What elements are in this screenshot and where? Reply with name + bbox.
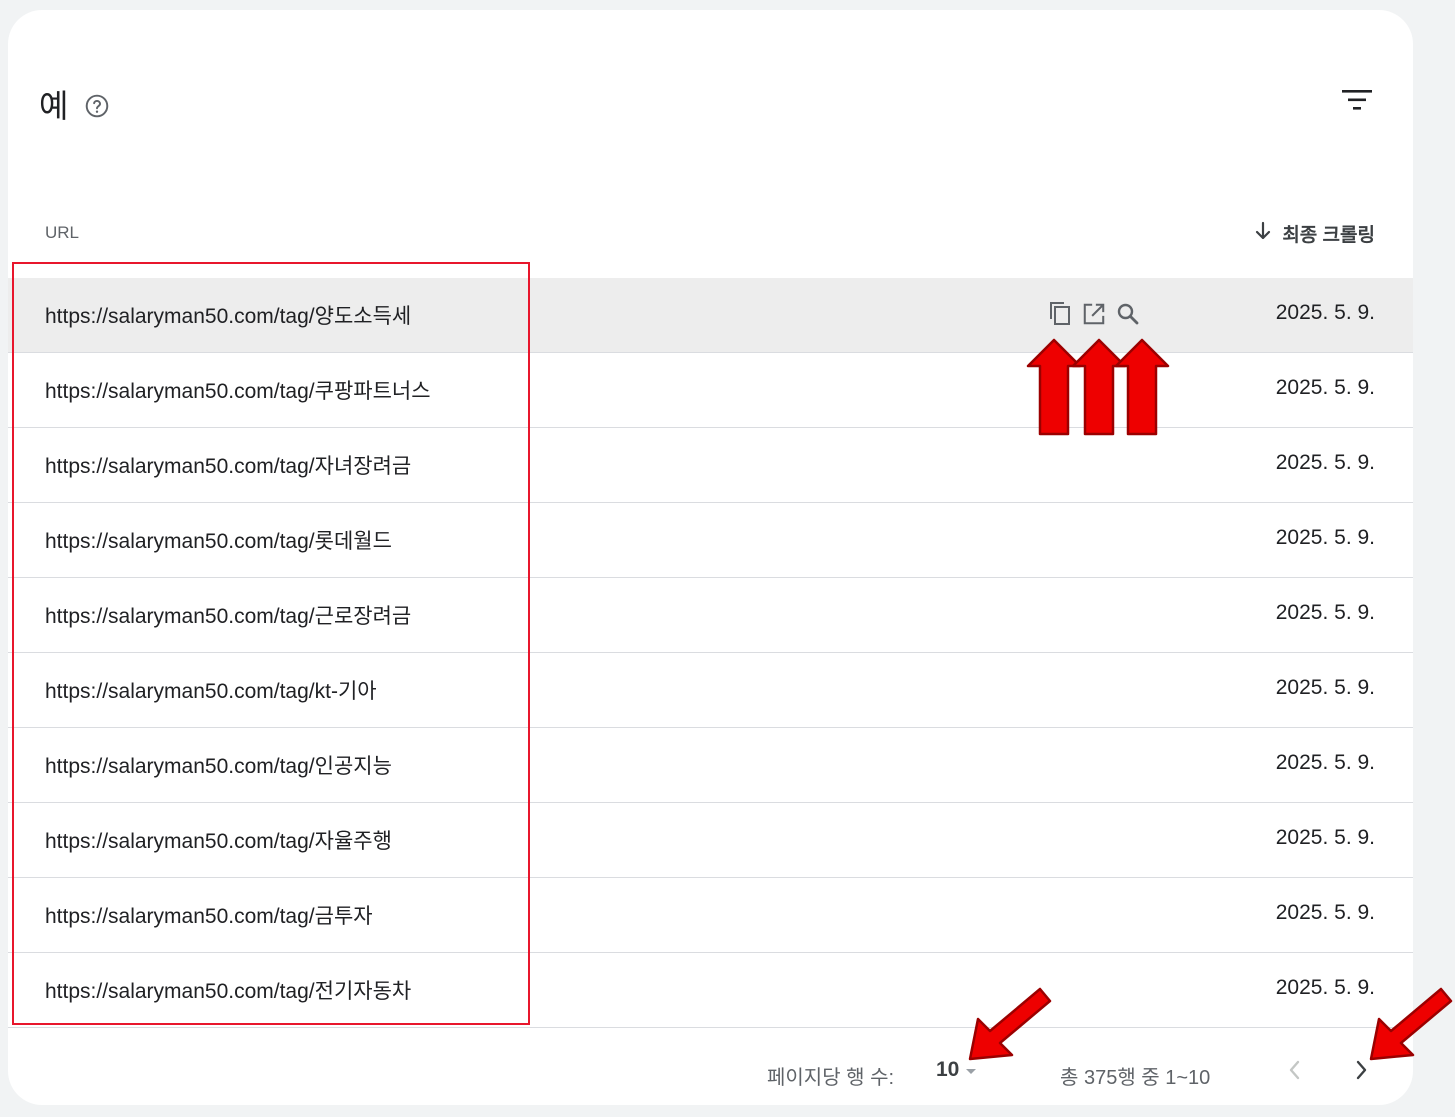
row-last-crawl: 2025. 5. 9. <box>1275 301 1375 324</box>
help-circle-icon[interactable] <box>84 93 110 119</box>
chevron-right-icon <box>1356 1060 1367 1080</box>
row-url: https://salaryman50.com/tag/자녀장려금 <box>45 455 412 478</box>
table-row[interactable]: https://salaryman50.com/tag/자율주행 2025. 5… <box>8 803 1413 878</box>
row-last-crawl: 2025. 5. 9. <box>1275 751 1375 774</box>
table-row[interactable]: https://salaryman50.com/tag/근로장려금 2025. … <box>8 578 1413 653</box>
row-last-crawl: 2025. 5. 9. <box>1275 826 1375 849</box>
table-header: URL 최종 크롤링 <box>8 198 1413 279</box>
row-url: https://salaryman50.com/tag/자율주행 <box>45 830 392 853</box>
rows-per-page-label: 페이지당 행 수: <box>767 1067 895 1089</box>
row-url: https://salaryman50.com/tag/전기자동차 <box>45 980 412 1003</box>
table-row[interactable]: https://salaryman50.com/tag/kt-기아 2025. … <box>8 653 1413 728</box>
table-row[interactable]: https://salaryman50.com/tag/쿠팡파트너스 2025.… <box>8 353 1413 428</box>
open-in-new-icon[interactable] <box>1082 300 1106 328</box>
search-icon[interactable] <box>1116 300 1140 328</box>
row-actions <box>1048 300 1140 328</box>
row-url: https://salaryman50.com/tag/근로장려금 <box>45 605 412 628</box>
column-header-last-crawl[interactable]: 최종 크롤링 <box>1254 220 1375 247</box>
rows-per-page-value: 10 <box>936 1058 960 1081</box>
copy-icon[interactable] <box>1048 300 1072 328</box>
table-row[interactable]: https://salaryman50.com/tag/금투자 2025. 5.… <box>8 878 1413 953</box>
url-list: https://salaryman50.com/tag/양도소득세 2025. … <box>8 278 1413 1028</box>
next-page-button[interactable] <box>1344 1052 1380 1088</box>
column-header-last-crawl-label: 최종 크롤링 <box>1282 225 1375 246</box>
row-last-crawl: 2025. 5. 9. <box>1275 976 1375 999</box>
row-last-crawl: 2025. 5. 9. <box>1275 676 1375 699</box>
table-row[interactable]: https://salaryman50.com/tag/양도소득세 2025. … <box>8 278 1413 353</box>
row-last-crawl: 2025. 5. 9. <box>1275 526 1375 549</box>
column-header-url: URL <box>45 223 80 242</box>
row-url: https://salaryman50.com/tag/롯데월드 <box>45 530 392 553</box>
dropdown-arrow-icon <box>965 1058 977 1082</box>
row-url: https://salaryman50.com/tag/금투자 <box>45 905 373 928</box>
row-last-crawl: 2025. 5. 9. <box>1275 901 1375 924</box>
previous-page-button[interactable] <box>1276 1052 1312 1088</box>
card-title: 예 <box>39 88 69 124</box>
arrow-down-icon <box>1254 221 1272 247</box>
row-last-crawl: 2025. 5. 9. <box>1275 451 1375 474</box>
chevron-left-icon <box>1289 1060 1300 1080</box>
rows-per-page-select[interactable]: 10 <box>936 1058 977 1082</box>
table-row[interactable]: https://salaryman50.com/tag/인공지능 2025. 5… <box>8 728 1413 803</box>
table-row[interactable]: https://salaryman50.com/tag/자녀장려금 2025. … <box>8 428 1413 503</box>
examples-card: 예 URL 최종 크롤링 https://salaryman50.com/tag… <box>8 10 1413 1105</box>
row-url: https://salaryman50.com/tag/양도소득세 <box>45 305 412 328</box>
pagination-footer: 페이지당 행 수: 10 총 375행 중 1~10 <box>8 1030 1413 1105</box>
table-row[interactable]: https://salaryman50.com/tag/전기자동차 2025. … <box>8 953 1413 1028</box>
row-last-crawl: 2025. 5. 9. <box>1275 601 1375 624</box>
row-last-crawl: 2025. 5. 9. <box>1275 376 1375 399</box>
filter-icon[interactable] <box>1337 80 1377 120</box>
row-url: https://salaryman50.com/tag/인공지능 <box>45 755 392 778</box>
row-url: https://salaryman50.com/tag/kt-기아 <box>45 680 377 703</box>
pagination-range: 총 375행 중 1~10 <box>1060 1067 1211 1089</box>
row-url: https://salaryman50.com/tag/쿠팡파트너스 <box>45 380 431 403</box>
card-header: 예 <box>39 88 110 124</box>
table-row[interactable]: https://salaryman50.com/tag/롯데월드 2025. 5… <box>8 503 1413 578</box>
